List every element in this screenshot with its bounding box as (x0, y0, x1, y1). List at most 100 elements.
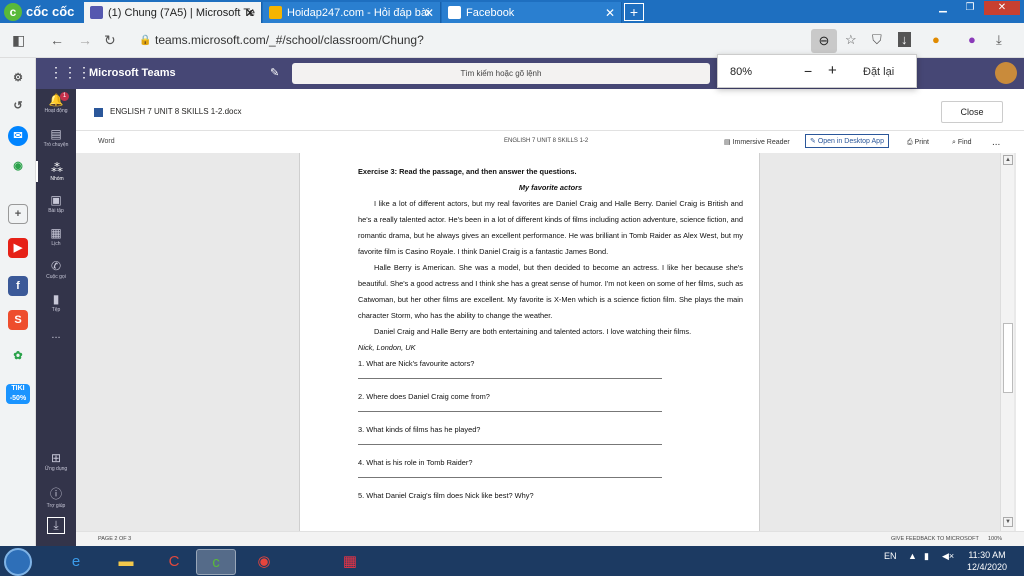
activity-badge: 1 (60, 92, 69, 101)
zoom-reset-button[interactable]: Đặt lại (863, 66, 894, 78)
word-file-icon (94, 108, 103, 117)
youtube-icon[interactable]: ▶ (8, 238, 28, 258)
internet-explorer-icon[interactable]: e (56, 549, 96, 575)
zoom-out-button[interactable]: − (804, 63, 812, 79)
ccleaner-icon[interactable]: C (154, 549, 194, 575)
paragraph-2: Halle Berry is American. She was a model… (358, 263, 743, 320)
facebook-icon[interactable]: f (8, 276, 28, 296)
new-chat-icon[interactable]: ✎ (270, 66, 279, 79)
app-icon[interactable]: ▦ (330, 549, 370, 575)
app-launcher-icon[interactable]: ⋮⋮⋮ (49, 64, 91, 81)
alert-icon[interactable]: ● (932, 32, 940, 47)
bookmark-star-icon[interactable]: ☆ (845, 32, 857, 48)
hoidap-favicon-icon (269, 6, 282, 19)
vertical-scrollbar[interactable]: ▲ ▼ (1000, 153, 1014, 531)
help-icon: ⓘ (49, 487, 62, 501)
document-page: Exercise 3: Read the passage, and then a… (299, 153, 760, 531)
tab-teams[interactable]: (1) Chung (7A5) | Microsoft Te ✕ (84, 2, 262, 23)
volume-icon[interactable]: ◀× (942, 551, 954, 562)
language-indicator[interactable]: EN (884, 551, 897, 561)
reload-icon[interactable]: ↻ (104, 32, 116, 49)
download-icon[interactable]: ↓ (898, 32, 911, 47)
history-icon[interactable]: ↺ (8, 96, 28, 116)
question-5: 5. What Daniel Craig's film does Nick li… (358, 491, 534, 500)
document-viewport[interactable]: Exercise 3: Read the passage, and then a… (76, 153, 1016, 531)
answer-line (358, 438, 662, 445)
url-field[interactable]: 🔒 teams.microsoft.com/_#/school/classroo… (135, 28, 815, 72)
feedback-link[interactable]: GIVE FEEDBACK TO MICROSOFT (891, 536, 979, 542)
appbar-chat[interactable]: ▤ Trò chuyện (36, 127, 76, 148)
immersive-reader-button[interactable]: ▤ Immersive Reader (724, 136, 790, 150)
document-title: ENGLISH 7 UNIT 8 SKILLS 1-2.docx (110, 107, 242, 116)
zoom-in-button[interactable]: + (828, 62, 837, 79)
zoom-indicator[interactable]: 100% (988, 536, 1002, 542)
zoom-icon[interactable]: ⊖ (811, 29, 837, 53)
appbar-files[interactable]: ▮ Tệp (36, 292, 76, 313)
minimize-icon[interactable]: ▁ (930, 1, 956, 15)
question-3: 3. What kinds of films has he played? (358, 425, 481, 434)
coccoc-taskbar-icon[interactable]: c (196, 549, 236, 575)
appbar-assignments[interactable]: ▣ Bài tập (36, 193, 76, 214)
paragraph-1: I like a lot of different actors, but my… (358, 199, 743, 256)
back-icon[interactable]: ← (50, 32, 64, 48)
find-button[interactable]: ⌕ Find (952, 136, 972, 150)
word-ribbon: Word ENGLISH 7 UNIT 8 SKILLS 1-2 ▤ Immer… (76, 131, 1024, 153)
appbar-download[interactable]: ⤓ (36, 517, 76, 534)
game-icon[interactable]: ◉ (8, 156, 28, 176)
answer-line (358, 405, 662, 412)
shield-icon[interactable]: ⛉ (872, 32, 882, 48)
appbar-activity[interactable]: 🔔 1 Hoạt động (36, 92, 76, 114)
address-bar-row: ◧ ← → ↻ 🔒 teams.microsoft.com/_#/school/… (0, 23, 1024, 72)
paragraph-3: Daniel Craig and Halle Berry are both en… (374, 327, 692, 336)
print-button[interactable]: ⎙ Print (907, 136, 929, 150)
close-tab-icon[interactable]: ✕ (424, 6, 434, 20)
close-button[interactable]: Close (941, 101, 1003, 123)
coccoc-logo-icon: c (4, 2, 22, 21)
facebook-favicon-icon (448, 6, 461, 19)
tray-arrow-icon[interactable]: ▲ (908, 551, 917, 561)
close-tab-icon[interactable]: ✕ (605, 6, 615, 20)
sidebar-toggle-icon[interactable]: ◧ (12, 32, 25, 49)
avatar[interactable] (995, 62, 1017, 84)
brand-text: cốc cốc (26, 4, 75, 19)
appbar-teams[interactable]: ⁂ Nhóm (36, 161, 76, 182)
scroll-up-icon[interactable]: ▲ (1003, 155, 1013, 165)
close-window-icon[interactable]: ✕ (984, 1, 1020, 15)
printer-icon: ⎙ (907, 139, 915, 146)
shopee-icon[interactable]: S (8, 310, 28, 330)
system-clock[interactable]: 11:30 AM 12/4/2020 (960, 549, 1014, 573)
close-tab-icon[interactable]: ✕ (245, 6, 255, 20)
tab-title: Hoidap247.com - Hỏi đáp bài (287, 6, 430, 19)
browser-tabstrip: c cốc cốc (1) Chung (7A5) | Microsoft Te… (0, 0, 1024, 23)
appbar-calendar[interactable]: ▦ Lịch (36, 226, 76, 247)
add-app-icon[interactable]: + (8, 204, 28, 224)
appbar-calls[interactable]: ✆ Cuộc gọi (36, 259, 76, 280)
open-desktop-button[interactable]: ✎ Open in Desktop App (805, 134, 889, 148)
tab-facebook[interactable]: Facebook ✕ (442, 2, 622, 23)
appbar-apps[interactable]: ⊞ Ứng dụng (36, 451, 76, 472)
start-button[interactable] (4, 548, 32, 576)
answer-line (358, 471, 662, 478)
profile-icon[interactable]: ● (968, 32, 976, 47)
search-input[interactable]: Tìm kiếm hoặc gõ lệnh (292, 63, 710, 84)
appbar-help[interactable]: ⓘ Trợ giúp (36, 485, 76, 509)
scroll-down-icon[interactable]: ▼ (1003, 517, 1013, 527)
appbar-more[interactable]: ... (36, 329, 76, 341)
scroll-thumb[interactable] (1003, 323, 1013, 393)
network-icon[interactable]: ▮ (924, 551, 929, 562)
settings-gear-icon[interactable]: ⚙ (8, 68, 28, 88)
coccoc-brand[interactable]: c cốc cốc (4, 2, 74, 21)
coccoc-extension-icon[interactable]: ✿ (8, 346, 28, 366)
tab-title: Facebook (466, 6, 515, 19)
file-explorer-icon[interactable]: ▬ (106, 549, 146, 575)
forward-icon[interactable]: → (78, 32, 92, 48)
teams-app-bar: 🔔 1 Hoạt động ▤ Trò chuyện ⁂ Nhóm ▣ Bài … (36, 89, 76, 546)
tab-hoidap[interactable]: Hoidap247.com - Hỏi đáp bài ✕ (263, 2, 441, 23)
more-options-button[interactable]: ... (992, 136, 1000, 150)
new-tab-button[interactable]: + (624, 3, 644, 21)
chrome-icon[interactable]: ◉ (244, 549, 284, 575)
restore-icon[interactable]: ❐ (957, 1, 983, 15)
messenger-icon[interactable]: ✉ (8, 126, 28, 146)
save-icon[interactable]: ⤓ (996, 32, 1002, 48)
tiki-promo-icon[interactable]: TIKI -50% (6, 384, 30, 404)
